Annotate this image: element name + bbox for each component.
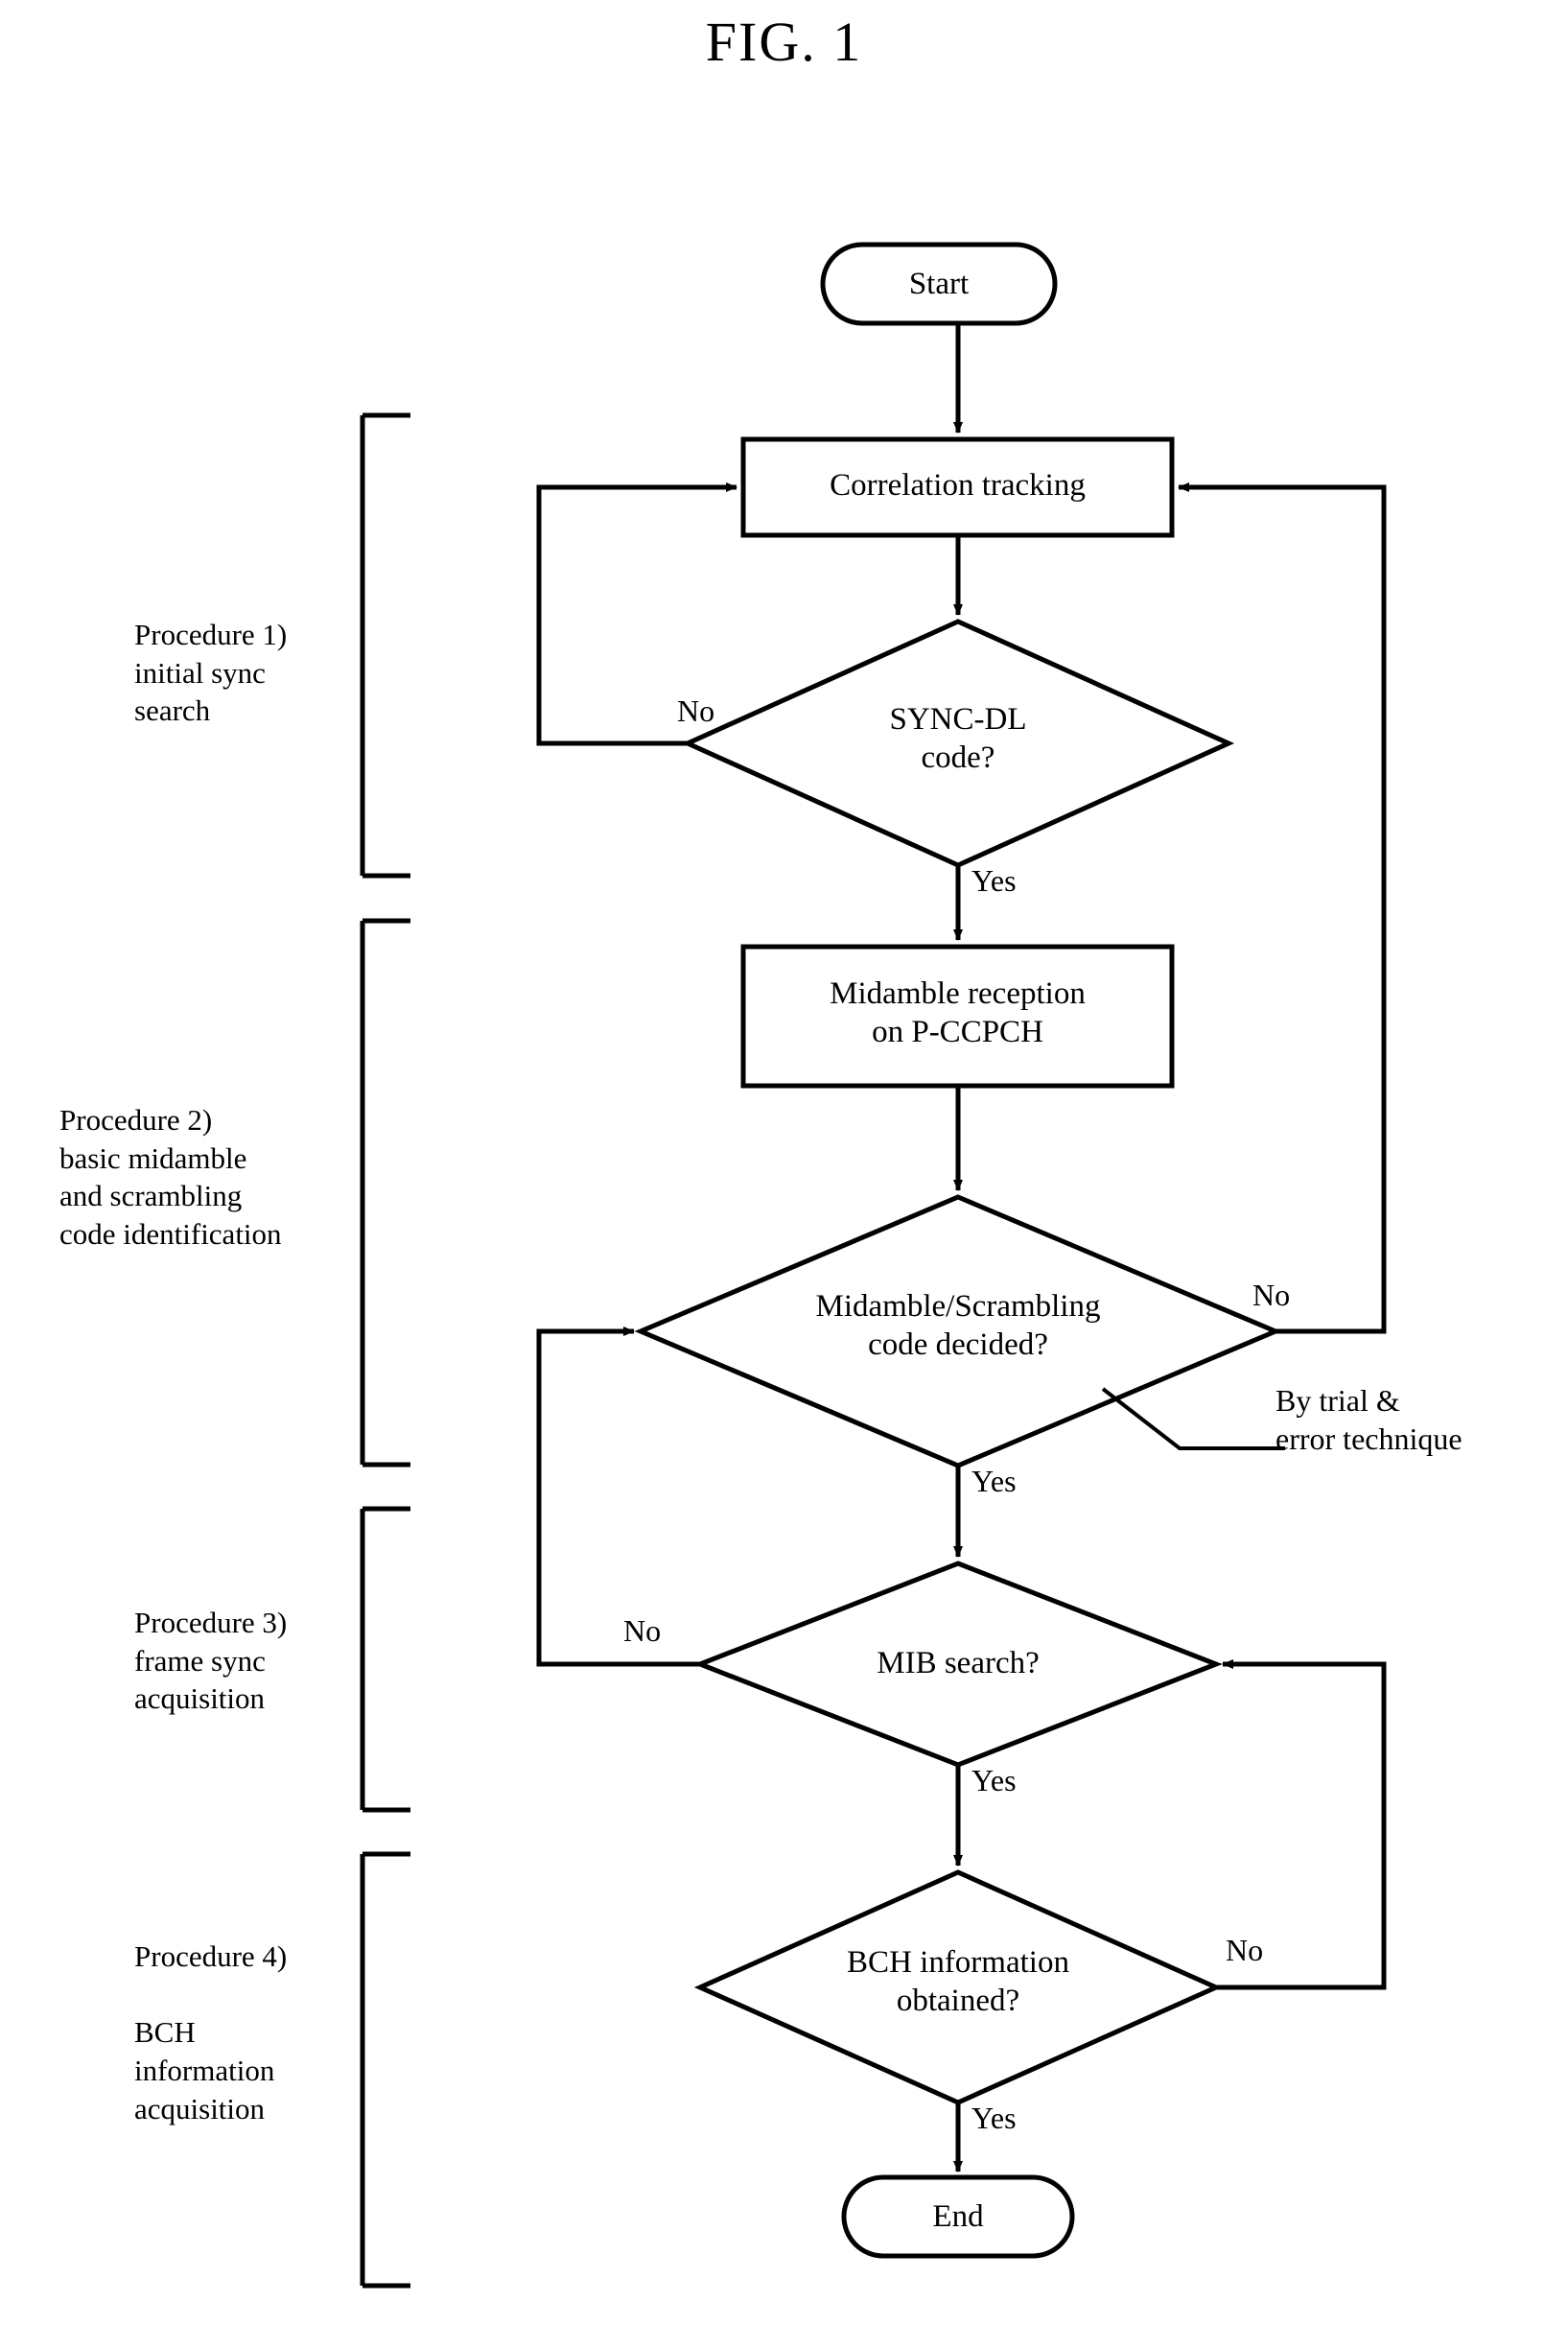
leader-line-trial-error — [1101, 1387, 1285, 1450]
edge-label-scrambling-no: No — [1252, 1278, 1291, 1312]
bracket-procedure-1 — [360, 412, 410, 879]
node-end-shape — [841, 2174, 1075, 2259]
edge-label-bch-no: No — [1226, 1933, 1264, 1967]
annotation-trial-error: By trial & error technique — [1275, 1383, 1463, 1456]
node-start-shape — [820, 242, 1058, 326]
edge-label-bch-yes: Yes — [971, 2101, 1017, 2135]
procedure-4-label: Procedure 4) BCH information acquisition — [134, 1939, 288, 2125]
edge-label-mib-yes: Yes — [971, 1763, 1017, 1797]
edge-label-syncdl-no: No — [677, 693, 715, 728]
node-bch-shape — [693, 1869, 1223, 2105]
edge-label-scrambling-yes: Yes — [971, 1464, 1017, 1498]
procedure-2-label: Procedure 2) basic midamble and scrambli… — [59, 1103, 282, 1252]
node-sync-dl-shape — [681, 619, 1235, 868]
figure-canvas: FIG. 1 Procedure 1) initial sync search … — [0, 0, 1568, 2325]
node-scrambling-shape — [634, 1194, 1282, 1468]
bracket-procedure-2 — [360, 918, 410, 1468]
node-mib-shape — [693, 1561, 1223, 1768]
node-midamble-shape — [740, 944, 1175, 1089]
procedure-1-label: Procedure 1) initial sync search — [134, 618, 288, 728]
edge-label-syncdl-yes: Yes — [971, 863, 1017, 898]
bracket-procedure-4 — [360, 1851, 410, 2289]
edge-scrambling-no-loop — [1178, 482, 1387, 1334]
edge-mib-no-loop — [536, 1327, 700, 1667]
procedure-3-label: Procedure 3) frame sync acquisition — [134, 1606, 288, 1716]
edge-label-mib-no: No — [623, 1613, 662, 1648]
bracket-procedure-3 — [360, 1506, 410, 1813]
node-correlation-shape — [740, 436, 1175, 538]
